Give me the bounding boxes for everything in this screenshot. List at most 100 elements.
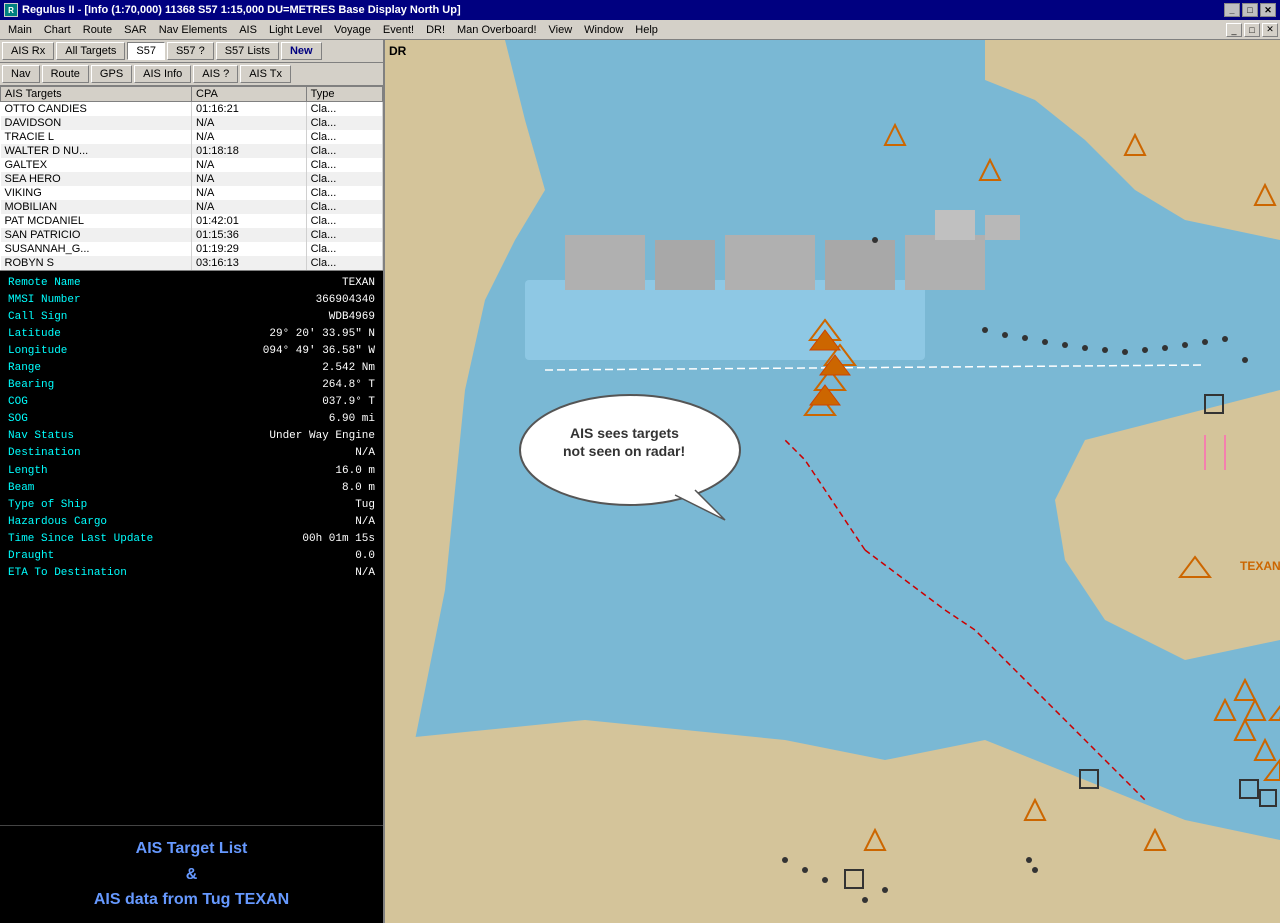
info-row-navstatus: Nav Status Under Way Engine xyxy=(8,428,375,445)
btn-nav[interactable]: Nav xyxy=(2,65,40,83)
main-layout: AIS Rx All Targets S57 S57 ? S57 Lists N… xyxy=(0,40,1280,923)
info-row-cog: COG 037.9° T xyxy=(8,394,375,411)
btn-ais-rx[interactable]: AIS Rx xyxy=(2,42,54,60)
col-header-cpa[interactable]: CPA xyxy=(192,87,307,102)
cell-target-name: MOBILIAN xyxy=(1,200,192,214)
label-cog: COG xyxy=(8,394,28,411)
cell-cpa: 01:16:21 xyxy=(192,102,307,117)
cell-target-name: GALTEX xyxy=(1,158,192,172)
inner-close[interactable]: ✕ xyxy=(1262,23,1278,37)
table-row[interactable]: PAT MCDANIEL 01:42:01 Cla... xyxy=(1,214,383,228)
col-header-type[interactable]: Type xyxy=(306,87,382,102)
value-beam: 8.0 m xyxy=(342,480,375,497)
svg-text:TEXAN: TEXAN xyxy=(1240,559,1280,573)
value-hazardous: N/A xyxy=(355,514,375,531)
cell-target-name: OTTO CANDIES xyxy=(1,102,192,117)
value-typeofship: Tug xyxy=(355,497,375,514)
btn-s57[interactable]: S57 xyxy=(127,42,165,60)
map-area[interactable]: DR xyxy=(385,40,1280,923)
cell-type: Cla... xyxy=(306,214,382,228)
table-row[interactable]: ROBYN S 03:16:13 Cla... xyxy=(1,256,383,270)
btn-ais-q[interactable]: AIS ? xyxy=(193,65,238,83)
info-row-typeofship: Type of Ship Tug xyxy=(8,497,375,514)
svg-text:AIS sees targets: AIS sees targets xyxy=(570,425,679,441)
info-row-draught: Draught 0.0 xyxy=(8,548,375,565)
inner-minimize[interactable]: _ xyxy=(1226,23,1242,37)
title-bar-left: R Regulus II - [Info (1:70,000) 11368 S5… xyxy=(4,3,461,17)
cell-cpa: N/A xyxy=(192,130,307,144)
info-row-latitude: Latitude 29° 20' 33.95" N xyxy=(8,326,375,343)
menu-man-overboard[interactable]: Man Overboard! xyxy=(451,22,542,38)
table-row[interactable]: WALTER D NU... 01:18:18 Cla... xyxy=(1,144,383,158)
label-mmsi: MMSI Number xyxy=(8,292,81,309)
title-bar-controls[interactable]: _ □ ✕ xyxy=(1224,3,1276,17)
menu-main[interactable]: Main xyxy=(2,22,38,38)
info-row-eta: ETA To Destination N/A xyxy=(8,565,375,582)
cell-cpa: N/A xyxy=(192,158,307,172)
table-row[interactable]: TRACIE L N/A Cla... xyxy=(1,130,383,144)
btn-gps[interactable]: GPS xyxy=(91,65,132,83)
menu-nav-elements[interactable]: Nav Elements xyxy=(153,22,233,38)
table-row[interactable]: GALTEX N/A Cla... xyxy=(1,158,383,172)
value-cog: 037.9° T xyxy=(322,394,375,411)
label-remote-name: Remote Name xyxy=(8,275,81,292)
menu-ais[interactable]: AIS xyxy=(233,22,263,38)
btn-ais-info[interactable]: AIS Info xyxy=(134,65,191,83)
cell-cpa: 03:16:13 xyxy=(192,256,307,270)
menu-event[interactable]: Event! xyxy=(377,22,420,38)
menu-bar: Main Chart Route SAR Nav Elements AIS Li… xyxy=(0,20,1280,40)
left-panel: AIS Rx All Targets S57 S57 ? S57 Lists N… xyxy=(0,40,385,923)
col-header-targets[interactable]: AIS Targets xyxy=(1,87,192,102)
vessel-info-panel: Remote Name TEXAN MMSI Number 366904340 … xyxy=(0,271,383,825)
menu-window[interactable]: Window xyxy=(578,22,629,38)
table-row[interactable]: DAVIDSON N/A Cla... xyxy=(1,116,383,130)
info-row-callsign: Call Sign WDB4969 xyxy=(8,309,375,326)
btn-ais-tx[interactable]: AIS Tx xyxy=(240,65,291,83)
table-row[interactable]: SAN PATRICIO 01:15:36 Cla... xyxy=(1,228,383,242)
btn-s57-q[interactable]: S57 ? xyxy=(167,42,214,60)
label-callsign: Call Sign xyxy=(8,309,67,326)
menu-dr[interactable]: DR! xyxy=(420,22,451,38)
menu-chart[interactable]: Chart xyxy=(38,22,77,38)
label-draught: Draught xyxy=(8,548,54,565)
info-row-remote-name: Remote Name TEXAN xyxy=(8,275,375,292)
label-lastupdate: Time Since Last Update xyxy=(8,531,153,548)
cell-target-name: ROBYN S xyxy=(1,256,192,270)
menu-sar[interactable]: SAR xyxy=(118,22,153,38)
close-button[interactable]: ✕ xyxy=(1260,3,1276,17)
cell-type: Cla... xyxy=(306,116,382,130)
btn-s57-lists[interactable]: S57 Lists xyxy=(216,42,279,60)
menu-voyage[interactable]: Voyage xyxy=(328,22,377,38)
label-length: Length xyxy=(8,463,48,480)
cell-target-name: SAN PATRICIO xyxy=(1,228,192,242)
info-row-length: Length 16.0 m xyxy=(8,463,375,480)
btn-new[interactable]: New xyxy=(281,42,322,60)
cell-type: Cla... xyxy=(306,158,382,172)
cell-target-name: DAVIDSON xyxy=(1,116,192,130)
btn-all-targets[interactable]: All Targets xyxy=(56,42,125,60)
menu-route[interactable]: Route xyxy=(77,22,118,38)
annotation-line2: & xyxy=(4,862,379,888)
table-row[interactable]: SUSANNAH_G... 01:19:29 Cla... xyxy=(1,242,383,256)
cell-type: Cla... xyxy=(306,144,382,158)
value-sog: 6.90 mi xyxy=(329,411,375,428)
menu-view[interactable]: View xyxy=(543,22,579,38)
table-row[interactable]: MOBILIAN N/A Cla... xyxy=(1,200,383,214)
maximize-button[interactable]: □ xyxy=(1242,3,1258,17)
table-row[interactable]: SEA HERO N/A Cla... xyxy=(1,172,383,186)
table-row[interactable]: OTTO CANDIES 01:16:21 Cla... xyxy=(1,102,383,117)
info-row-longitude: Longitude 094° 49' 36.58" W xyxy=(8,343,375,360)
value-callsign: WDB4969 xyxy=(329,309,375,326)
info-row-lastupdate: Time Since Last Update 00h 01m 15s xyxy=(8,531,375,548)
menu-light-level[interactable]: Light Level xyxy=(263,22,328,38)
value-mmsi: 366904340 xyxy=(316,292,375,309)
value-bearing: 264.8° T xyxy=(322,377,375,394)
ais-table-container[interactable]: AIS Targets CPA Type OTTO CANDIES 01:16:… xyxy=(0,86,383,271)
table-row[interactable]: VIKING N/A Cla... xyxy=(1,186,383,200)
minimize-button[interactable]: _ xyxy=(1224,3,1240,17)
cell-type: Cla... xyxy=(306,228,382,242)
btn-route[interactable]: Route xyxy=(42,65,89,83)
annotation-line1: AIS Target List xyxy=(4,836,379,862)
inner-maximize[interactable]: □ xyxy=(1244,23,1260,37)
menu-help[interactable]: Help xyxy=(629,22,664,38)
